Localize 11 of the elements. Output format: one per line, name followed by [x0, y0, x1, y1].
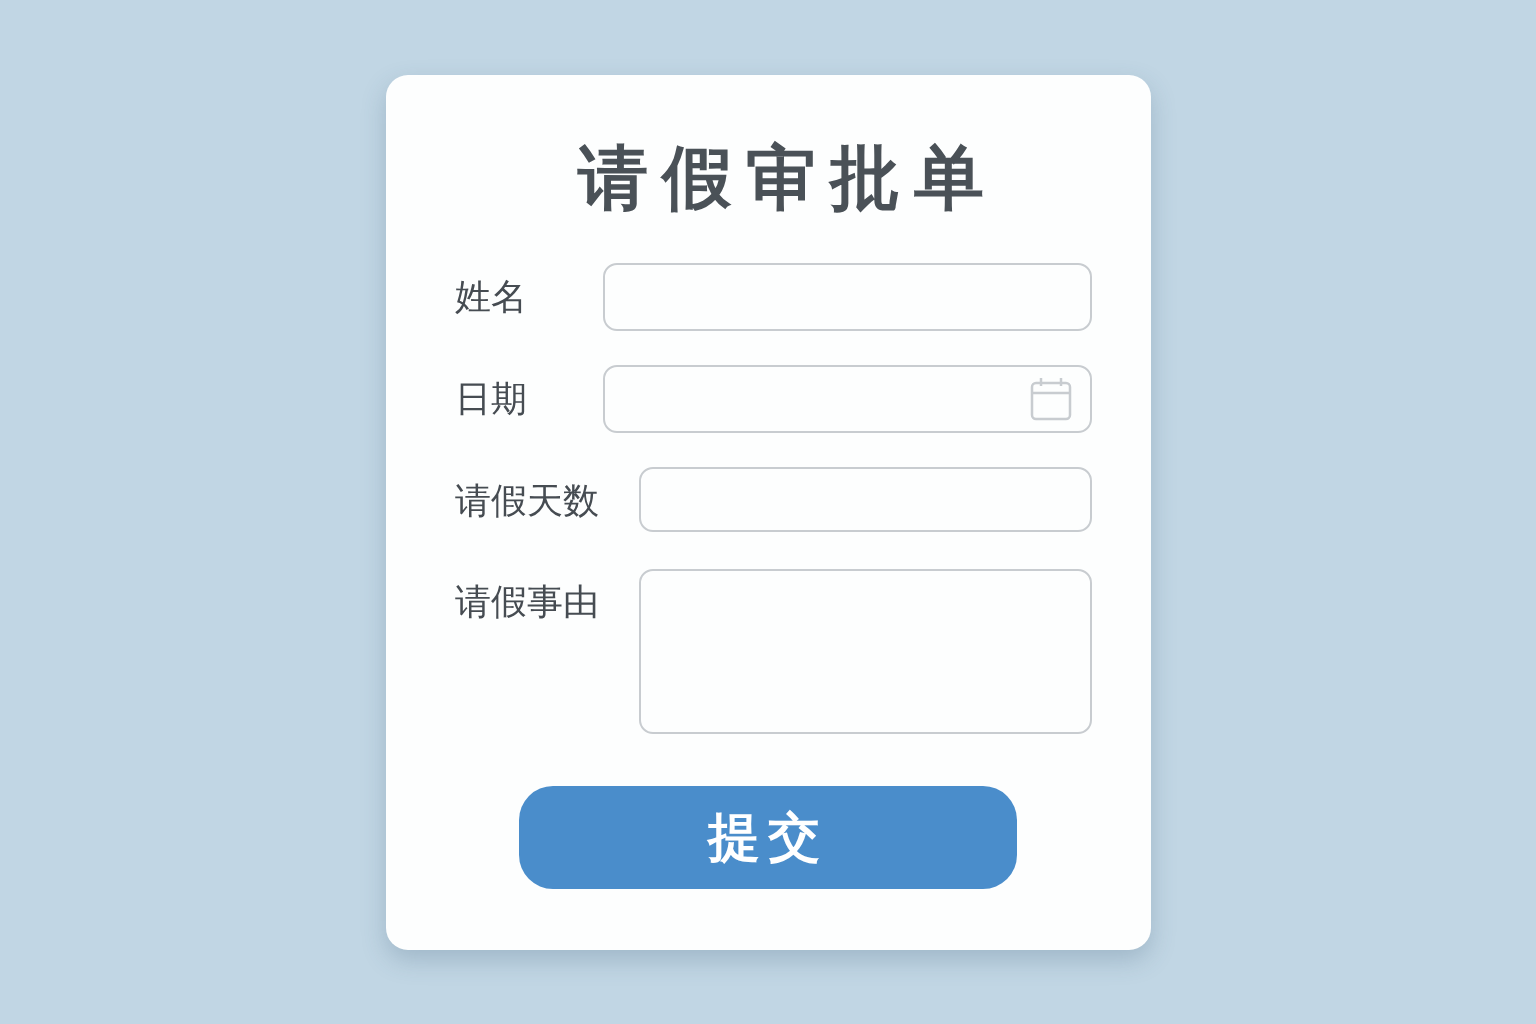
reason-field[interactable] [638, 569, 1092, 734]
submit-button[interactable]: 提交 [519, 786, 1017, 889]
field-label: 日期 [454, 377, 528, 421]
date-field[interactable] [602, 365, 1092, 433]
input-field[interactable] [638, 467, 1092, 532]
field-label: 请假事由 [454, 580, 599, 624]
form-title: 请假审批单 [578, 136, 998, 221]
calendar-icon[interactable] [1029, 377, 1072, 421]
input-field[interactable] [602, 263, 1092, 331]
field-label: 请假天数 [454, 479, 599, 523]
field-label: 姓名 [454, 275, 528, 319]
